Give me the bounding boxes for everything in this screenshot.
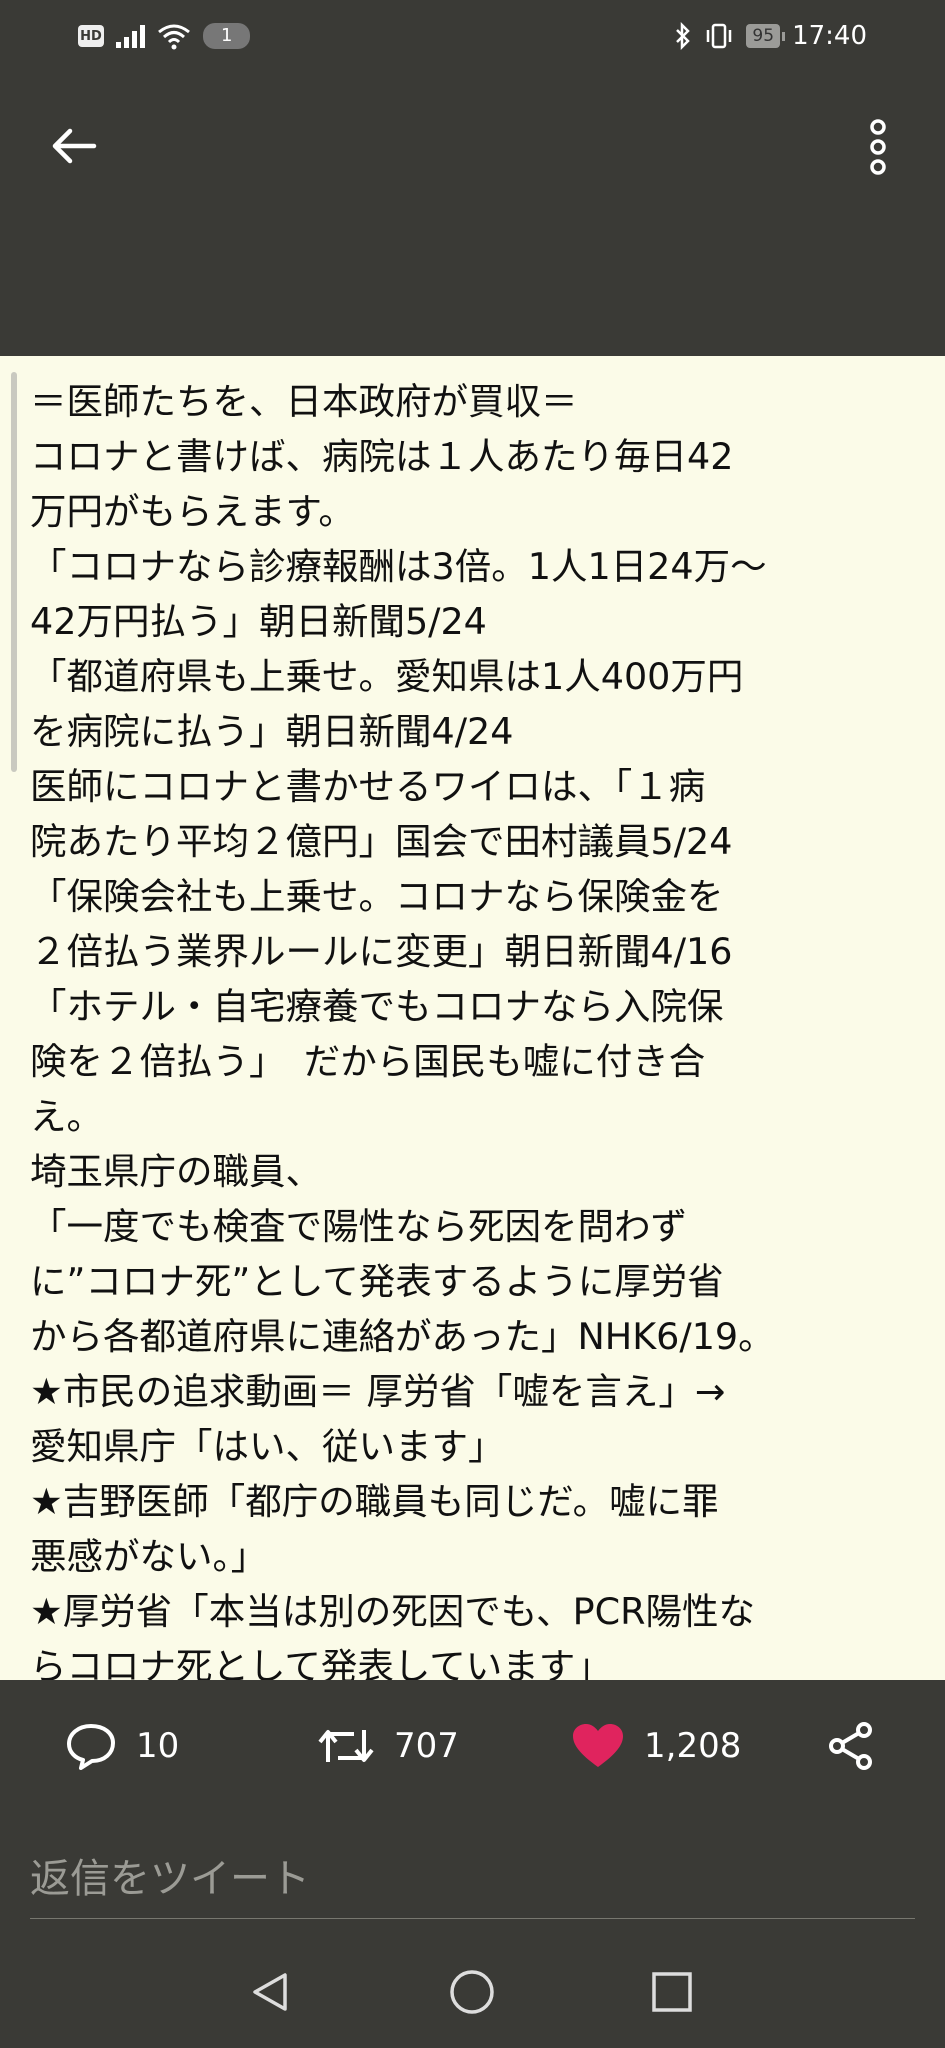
heart-icon — [573, 1724, 623, 1767]
sim-badge: 1 — [203, 23, 251, 49]
tweet-line: に”コロナ死”として発表するように厚労省 — [30, 1260, 724, 1303]
tweet-text: ＝医師たちを、日本政府が買収＝ コロナと書けば、病院は１人あたり毎日42 万円がもら… — [30, 374, 910, 1680]
tweet-line: ＝医師たちを、日本政府が買収＝ — [30, 380, 578, 423]
back-button[interactable] — [44, 116, 104, 176]
status-right: 95 17:40 — [674, 18, 867, 54]
retweet-button[interactable]: 707 — [316, 1716, 459, 1776]
reply-input[interactable]: 返信をツイート — [30, 1840, 915, 1919]
tweet-line: え。 — [30, 1095, 103, 1138]
status-left: HD 1 — [78, 18, 251, 54]
tweet-line: 「都道府県も上乗せ。愛知県は1人400万円 — [30, 655, 744, 698]
like-count: 1,208 — [644, 1726, 742, 1766]
tweet-line: ★吉野医師「都庁の職員も同じだ。嘘に罪 — [30, 1480, 719, 1523]
retweet-icon — [318, 1730, 374, 1762]
tweet-line: から各都道府県に連絡があった」NHK6/19。 — [30, 1315, 775, 1358]
hd-badge: HD — [78, 25, 104, 47]
signal-icon — [116, 24, 145, 48]
nav-home-icon — [450, 1970, 494, 2014]
tweet-line: 院あたり平均２億円」国会で田村議員5/24 — [30, 820, 733, 863]
status-bar: HD 1 95 17:40 — [0, 0, 945, 72]
clock: 17:40 — [792, 21, 867, 51]
tweet-body: ＝医師たちを、日本政府が買収＝ コロナと書けば、病院は１人あたり毎日42 万円がもら… — [0, 356, 945, 1680]
reply-button[interactable]: 10 — [64, 1716, 179, 1776]
tweet-line: 医師にコロナと書かせるワイロは、「１病 — [30, 765, 706, 808]
more-vertical-icon — [870, 119, 886, 175]
comment-icon — [67, 1724, 115, 1770]
bluetooth-icon — [676, 22, 691, 50]
wifi-icon — [158, 24, 190, 50]
battery-icon: 95 — [746, 24, 785, 48]
tweet-line: コロナと書けば、病院は１人あたり毎日42 — [30, 435, 734, 478]
tweet-line: 「コロナなら診療報酬は3倍。1人1日24万〜 — [30, 545, 767, 588]
share-button[interactable] — [826, 1716, 876, 1776]
scrollbar[interactable] — [11, 372, 17, 772]
tweet-line: 険を２倍払う」 だから国民も嘘に付き合 — [30, 1040, 706, 1083]
like-button[interactable]: 1,208 — [570, 1716, 741, 1776]
nav-back-icon — [253, 1973, 287, 2011]
tweet-line: らコロナ死として発表しています」 — [30, 1645, 612, 1680]
nav-home-button[interactable] — [442, 1964, 502, 2020]
arrow-left-icon — [52, 128, 97, 164]
tweet-line: 万円がもらえます。 — [30, 490, 355, 533]
tweet-line: 42万円払う」朝日新聞5/24 — [30, 600, 487, 643]
nav-recents-button[interactable] — [642, 1964, 702, 2020]
app-header — [0, 72, 945, 356]
nav-recents-icon — [652, 1972, 692, 2012]
vibrate-icon — [707, 23, 732, 49]
tweet-line: 「一度でも検査で陽性なら死因を問わず — [30, 1205, 687, 1248]
more-options-button[interactable] — [858, 112, 898, 182]
share-icon — [829, 1722, 872, 1770]
tweet-actions: 10 707 1,208 — [0, 1680, 945, 1812]
tweet-line: ★市民の追求動画＝ 厚労省「嘘を言え」→ — [30, 1370, 726, 1413]
tweet-line: 悪感がない。」 — [30, 1535, 268, 1578]
tweet-line: ２倍払う業界ルールに変更」朝日新聞4/16 — [30, 930, 733, 973]
reply-count: 10 — [136, 1726, 180, 1766]
nav-back-button[interactable] — [240, 1964, 300, 2020]
tweet-line: ★厚労省「本当は別の死因でも、PCR陽性な — [30, 1590, 755, 1633]
retweet-count: 707 — [394, 1726, 459, 1766]
system-nav-bar — [0, 1934, 945, 2048]
tweet-line: 愛知県庁「はい、従います」 — [30, 1425, 505, 1468]
tweet-line: 「ホテル・自宅療養でもコロナなら入院保 — [30, 985, 724, 1028]
tweet-line: を病院に払う」朝日新聞4/24 — [30, 710, 514, 753]
tweet-line: 埼玉県庁の職員、 — [30, 1150, 322, 1193]
tweet-line: 「保険会社も上乗せ。コロナなら保険金を — [30, 875, 724, 918]
